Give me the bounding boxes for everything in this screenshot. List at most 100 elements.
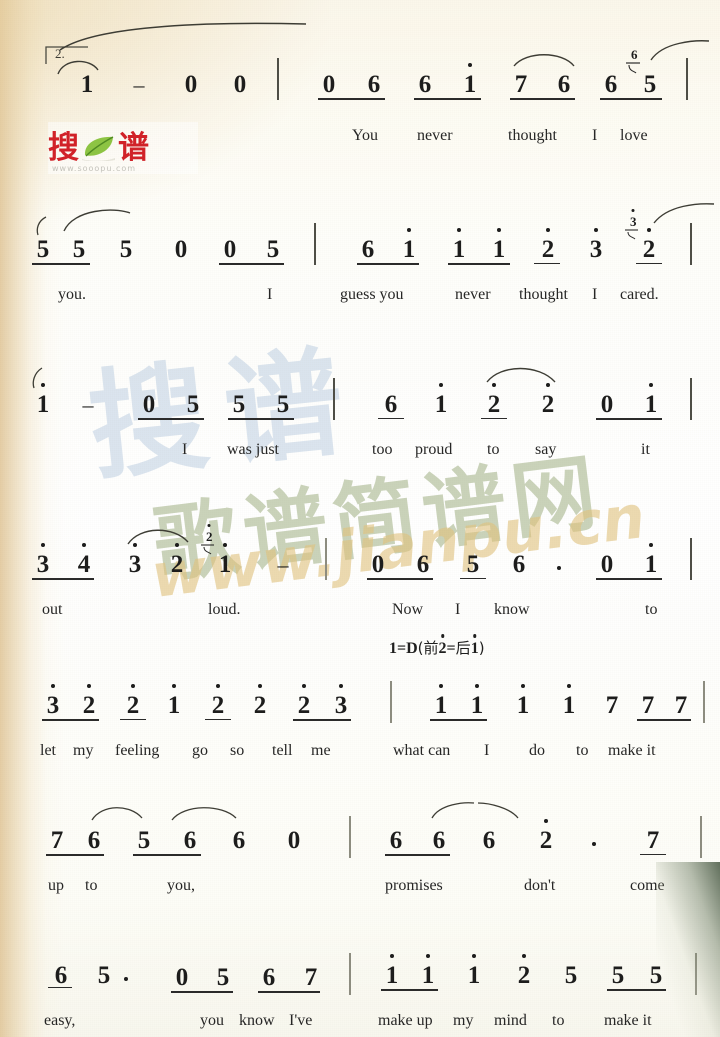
slur (62, 207, 132, 233)
beam-line (219, 263, 284, 265)
lyric-syllable: my (453, 1012, 474, 1029)
note: 1 (463, 954, 485, 988)
note: 5 (266, 236, 280, 263)
lyric-syllable: tell (272, 742, 293, 759)
bar-line (690, 538, 692, 580)
lyric-syllable: do (529, 742, 545, 759)
beam-line (258, 991, 320, 993)
note: 1 (430, 684, 452, 718)
note: 0 (174, 236, 188, 263)
lyric-syllable: too (372, 441, 393, 458)
lyric-syllable: loud. (208, 601, 241, 618)
note: 6 (482, 827, 496, 854)
lyric-syllable: easy, (44, 1012, 76, 1029)
bar-line (686, 58, 688, 100)
note: 1 (381, 954, 403, 988)
octave-dot-high (472, 954, 476, 958)
octave-dot-high (258, 684, 262, 688)
note: 0 (184, 71, 198, 98)
note: 5 (97, 962, 111, 989)
octave-dot-high (426, 954, 430, 958)
beam-line (381, 989, 438, 991)
augmentation-dot (557, 566, 561, 570)
beam-line (607, 989, 666, 991)
note: 3 (585, 228, 607, 262)
lyric-syllable: feeling (115, 742, 160, 759)
note: 6 (262, 964, 276, 991)
slur (476, 802, 520, 820)
octave-dot-high (439, 383, 443, 387)
bar-line (349, 816, 351, 858)
octave-dot-high (390, 954, 394, 958)
beam-line (460, 578, 486, 580)
grace-note: 2 (206, 524, 213, 543)
note: 7 (304, 964, 318, 991)
lyric-syllable: make up (378, 1012, 433, 1029)
lyric-syllable: know (494, 601, 530, 618)
beam-line (448, 263, 510, 265)
beam-line (414, 98, 481, 100)
slur (34, 215, 62, 237)
beam-line (481, 418, 507, 420)
note: 6 (54, 962, 68, 989)
bar-line (690, 223, 692, 265)
lyric-syllable: me (311, 742, 331, 759)
note: 0 (223, 236, 237, 263)
slur (90, 802, 144, 822)
note: 1 (466, 684, 488, 718)
beam-line (42, 719, 99, 721)
bar-line (703, 681, 705, 723)
octave-dot-high (172, 684, 176, 688)
octave-dot-high (521, 684, 525, 688)
lyric-syllable: love (620, 127, 648, 144)
note: 7 (514, 71, 528, 98)
note: – (82, 392, 94, 417)
note: 5 (119, 236, 133, 263)
octave-dot-high (594, 228, 598, 232)
beam-line (32, 263, 90, 265)
note: 1 (163, 684, 185, 718)
bar-line (349, 953, 351, 995)
note: 5 (36, 236, 50, 263)
note: 4 (73, 543, 95, 577)
note: 2 (166, 543, 188, 577)
lyric-syllable: to (645, 601, 658, 618)
bar-line (390, 681, 392, 723)
note: 3 (42, 684, 64, 718)
octave-dot-high (87, 684, 91, 688)
lyric-syllable: don't (524, 877, 556, 894)
key-signature-before-label: 前 (423, 639, 439, 657)
note: 5 (564, 962, 578, 989)
note: 2 (537, 383, 559, 417)
lyric-syllable: never (417, 127, 453, 144)
lyric-syllable: you. (58, 286, 86, 303)
note: 5 (186, 391, 200, 418)
note: 6 (604, 71, 618, 98)
octave-dot-high (475, 684, 479, 688)
note: 1 (80, 71, 94, 98)
grace-octave-dot (631, 209, 635, 212)
lyric-syllable: to (576, 742, 589, 759)
slur (649, 40, 711, 62)
octave-dot-high (440, 634, 445, 638)
grace-note: 3 (630, 209, 637, 228)
lyric-syllable: I (592, 127, 598, 144)
lyric-syllable: let (40, 742, 56, 759)
note: 6 (418, 71, 432, 98)
note: 6 (361, 236, 375, 263)
lyric-syllable: out (42, 601, 63, 618)
augmentation-dot (124, 977, 128, 981)
lyric-syllable: cared. (620, 286, 659, 303)
lyric-syllable: guess you (340, 286, 404, 303)
key-signature-prefix: 1=D (389, 640, 418, 657)
note: 1 (459, 63, 481, 97)
system-7: 6 5 0 5 6 7 1 1 1 2 5 5 5 easy, you know… (0, 935, 720, 1037)
beam-line (378, 418, 404, 420)
note: 2 (537, 228, 559, 262)
octave-dot-high (472, 634, 477, 638)
beam-line (318, 98, 385, 100)
note: 6 (557, 71, 571, 98)
system-2: 5 5 5 0 0 5 6 1 1 1 2 3 3 2 you. I guess… (0, 195, 720, 325)
lyric-syllable: I (592, 286, 598, 303)
note: 0 (233, 71, 247, 98)
